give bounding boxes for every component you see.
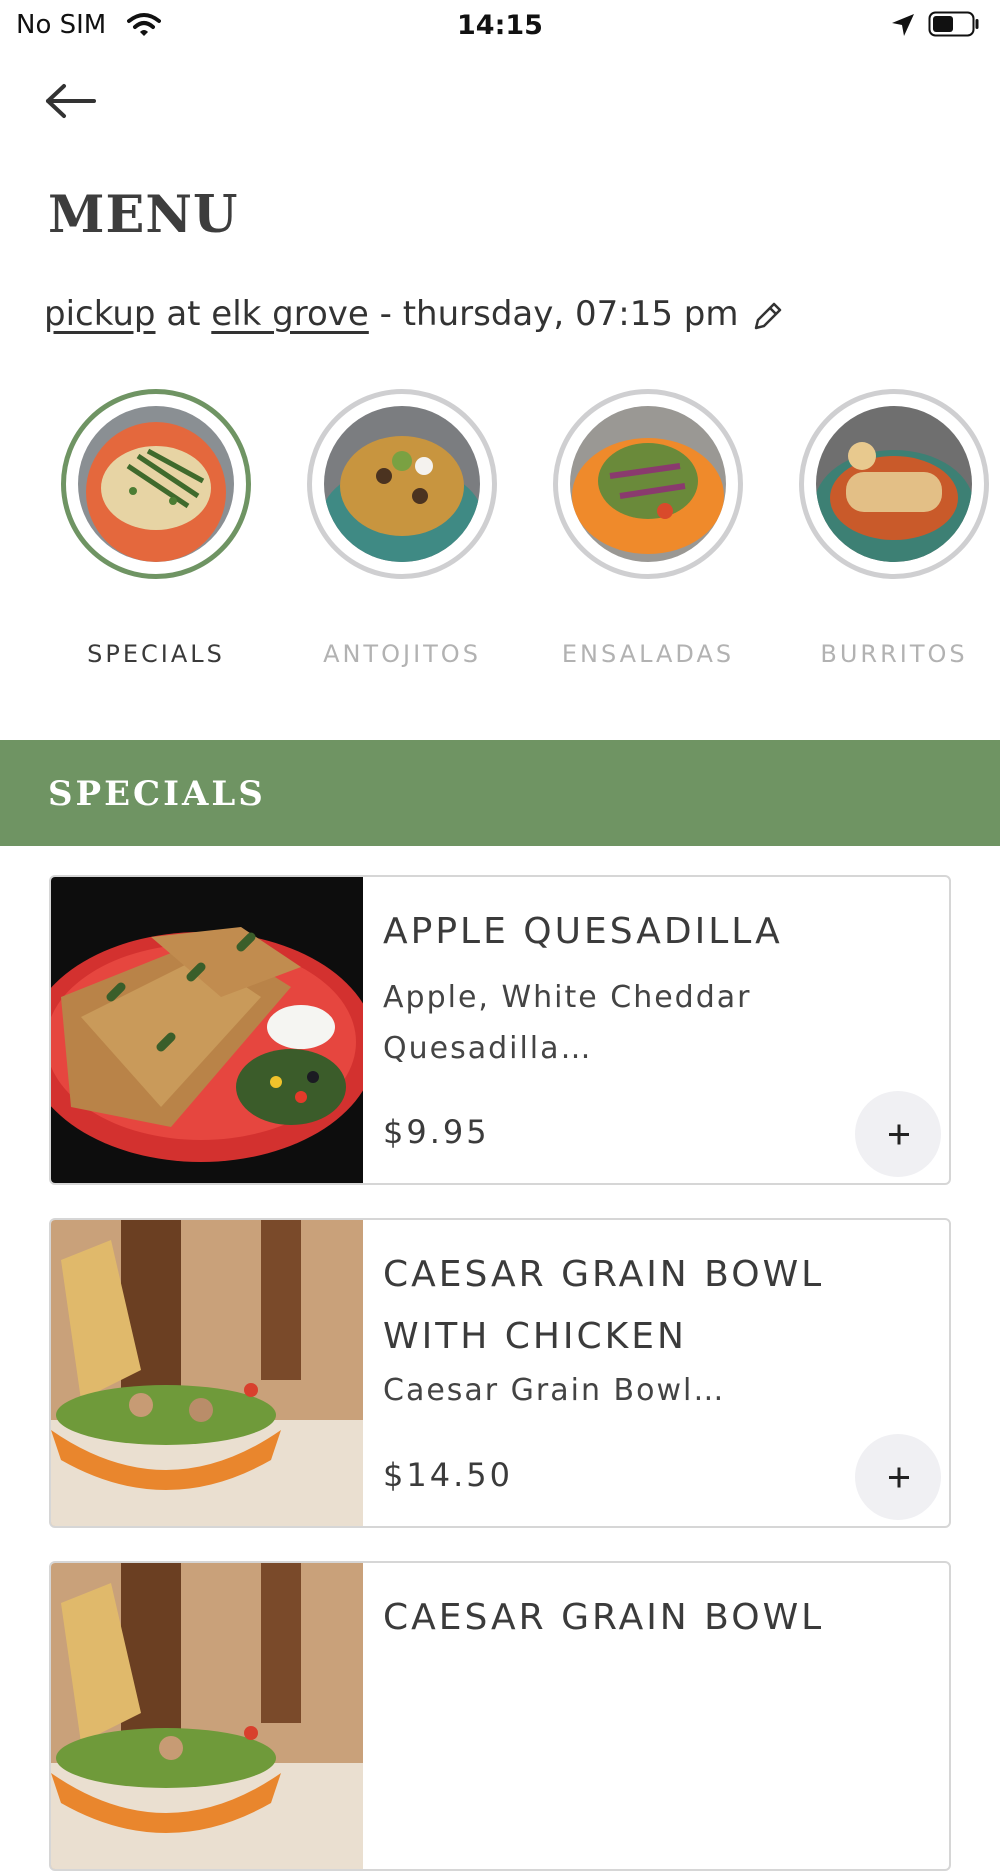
status-bar: No SIM 14:15 — [0, 0, 1000, 52]
clock: 14:15 — [457, 10, 543, 41]
salad-photo — [570, 406, 726, 562]
nachos-photo — [324, 406, 480, 562]
section-title: SPECIALS — [48, 774, 266, 814]
caesar-bowl-chicken-photo — [51, 1220, 363, 1526]
item-price: $9.95 — [383, 1113, 490, 1151]
pencil-icon[interactable] — [750, 298, 786, 334]
add-item-button[interactable] — [855, 1434, 941, 1520]
category-carousel: SPECIALS ANTOJITOS ENSALADAS BURRITOS — [0, 385, 1000, 685]
arrow-left-icon[interactable] — [44, 78, 104, 124]
quesadilla-photo — [78, 406, 234, 562]
item-price: $14.50 — [383, 1456, 513, 1494]
location-arrow-icon — [892, 14, 914, 36]
item-description: Caesar Grain Bowl… — [383, 1373, 726, 1408]
item-name: APPLE QUESADILLA — [383, 911, 783, 952]
order-schedule-label: - thursday, 07:15 pm — [379, 294, 739, 334]
category-ring — [307, 389, 497, 579]
order-at-label: at — [166, 294, 201, 334]
location-link[interactable]: elk grove — [211, 294, 369, 334]
apple-quesadilla-photo — [51, 877, 363, 1183]
category-label: ENSALADAS — [561, 640, 735, 668]
category-label: BURRITOS — [820, 640, 968, 668]
add-item-button[interactable] — [855, 1091, 941, 1177]
category-ring — [799, 389, 989, 579]
order-mode-link[interactable]: pickup — [44, 294, 156, 334]
item-description: Apple, White Cheddar Quesadilla… — [383, 980, 752, 1066]
menu-item-card[interactable]: CAESAR GRAIN BOWL WITH CHICKEN Caesar Gr… — [49, 1218, 951, 1528]
order-info: pickup at elk grove - thursday, 07:15 pm — [44, 290, 738, 338]
category-label: SPECIALS — [87, 640, 225, 668]
item-name: CAESAR GRAIN BOWL WITH CHICKEN — [383, 1254, 825, 1357]
menu-item-card[interactable]: APPLE QUESADILLA Apple, White Cheddar Qu… — [49, 875, 951, 1185]
battery-icon — [928, 11, 979, 37]
category-ring — [61, 389, 251, 579]
item-name: CAESAR GRAIN BOWL — [383, 1597, 825, 1638]
page-title: MENU — [48, 185, 239, 245]
burrito-photo — [816, 406, 972, 562]
section-header: SPECIALS — [0, 740, 1000, 846]
caesar-bowl-photo — [51, 1563, 363, 1869]
menu-item-card[interactable]: CAESAR GRAIN BOWL — [49, 1561, 951, 1871]
category-label: ANTOJITOS — [323, 640, 481, 668]
category-ring — [553, 389, 743, 579]
